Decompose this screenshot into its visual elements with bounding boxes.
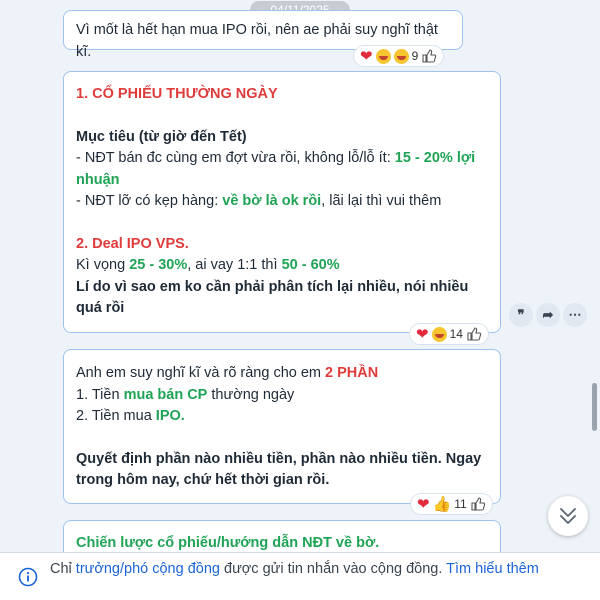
scrollbar-thumb[interactable] xyxy=(592,383,597,431)
like-icon[interactable] xyxy=(466,326,482,342)
reaction-bar-1[interactable]: ❤ 9 xyxy=(354,46,444,66)
reaction-bar-3[interactable]: ❤ 👍 11 xyxy=(411,494,492,514)
notice-text: Chỉ trưởng/phó cộng đồng được gửi tin nh… xyxy=(50,561,539,577)
message-bubble-3[interactable]: Anh em suy nghĩ kĩ và rõ ràng cho em 2 P… xyxy=(63,349,501,504)
goal-item-2: - NĐT lỡ có kẹp hàng: về bờ là ok rồi, l… xyxy=(76,193,442,209)
reaction-bar-2[interactable]: ❤ 14 xyxy=(410,324,488,344)
reaction-count: 9 xyxy=(411,49,419,63)
forward-icon[interactable]: ➦ xyxy=(536,303,560,327)
thumbs-up-emoji-icon: 👍 xyxy=(432,495,452,513)
reason-line: Lí do vì sao em ko cần phải phân tích lạ… xyxy=(76,278,469,317)
section-heading-2: 2. Deal IPO VPS. xyxy=(76,235,189,252)
intro-line: Anh em suy nghĩ kĩ và rõ ràng cho em 2 P… xyxy=(76,365,379,381)
decision-line: Quyết định phần nào nhiều tiền, phần nào… xyxy=(76,450,482,489)
heart-emoji-icon: ❤ xyxy=(360,47,373,65)
like-icon[interactable] xyxy=(470,496,486,512)
admin-role-link[interactable]: trưởng/phó cộng đồng xyxy=(76,561,220,577)
info-icon xyxy=(18,567,38,587)
reaction-count: 14 xyxy=(449,327,463,341)
expectation-line: Kì vọng 25 - 30%, ai vay 1:1 thì 50 - 60… xyxy=(76,257,340,273)
double-chevron-down-icon xyxy=(560,508,576,524)
part-item-2: 2. Tiền mua IPO. xyxy=(76,408,185,424)
goal-item-1: - NĐT bán đc cùng em đợt vừa rồi, không … xyxy=(76,150,476,188)
quote-reply-icon[interactable]: ❞ xyxy=(509,303,533,327)
learn-more-link[interactable]: Tìm hiểu thêm xyxy=(446,561,539,577)
reaction-count: 11 xyxy=(454,497,467,511)
heart-emoji-icon: ❤ xyxy=(417,495,430,513)
laugh-emoji-icon xyxy=(375,48,391,64)
laugh-emoji-icon xyxy=(431,326,447,342)
section-heading-1: 1. CỔ PHIẾU THƯỜNG NGÀY xyxy=(76,86,278,102)
cry-laugh-emoji-icon xyxy=(393,48,409,64)
like-icon[interactable] xyxy=(421,48,437,64)
message-bubble-1[interactable]: Vì mốt là hết hạn mua IPO rồi, nên ae ph… xyxy=(63,10,463,60)
more-options-icon[interactable]: ⋯ xyxy=(563,303,587,327)
scroll-to-bottom-button[interactable] xyxy=(548,496,588,536)
part-item-1: 1. Tiền mua bán CP thường ngày xyxy=(76,386,295,403)
goal-line: Mục tiêu (từ giờ đến Tết) xyxy=(76,128,247,145)
heart-emoji-icon: ❤ xyxy=(416,325,429,343)
community-notice-bar: Chỉ trưởng/phó cộng đồng được gửi tin nh… xyxy=(0,552,600,600)
message-bubble-2[interactable]: 1. CỔ PHIẾU THƯỜNG NGÀY Mục tiêu (từ giờ… xyxy=(63,71,501,333)
